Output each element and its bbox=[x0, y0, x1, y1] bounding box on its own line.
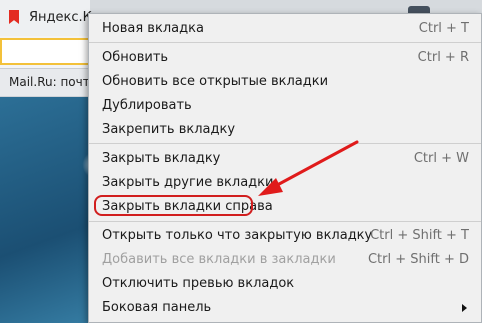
annotation-arrow-icon bbox=[258, 140, 359, 196]
